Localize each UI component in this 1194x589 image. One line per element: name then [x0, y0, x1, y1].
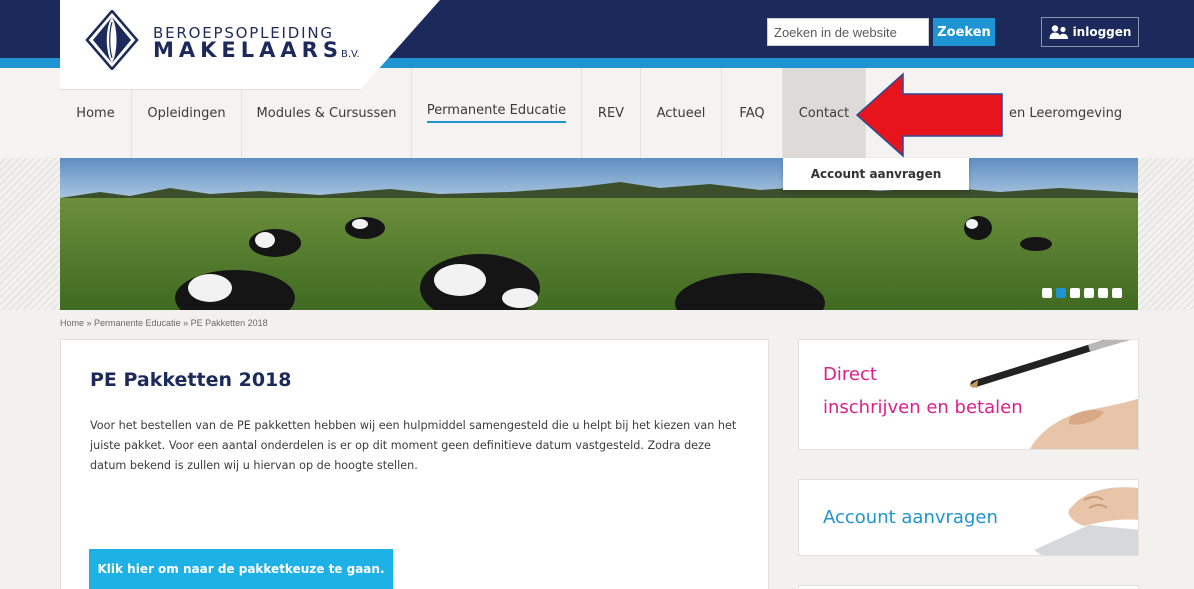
keyboard-hands-image — [1034, 487, 1138, 555]
logo-suffix: B.V. — [340, 49, 360, 60]
promo-title-line1: Direct — [823, 364, 877, 385]
page-title: PE Pakketten 2018 — [90, 369, 292, 391]
nav-label: Opleidingen — [147, 105, 226, 121]
slider-dot[interactable] — [1042, 288, 1052, 298]
nav-item-faq[interactable]: FAQ — [722, 68, 783, 158]
nav-label: Modules & Cursussen — [256, 105, 397, 121]
slider-dots — [1042, 288, 1122, 298]
login-button[interactable]: inloggen — [1041, 17, 1139, 47]
search-input[interactable] — [767, 18, 929, 46]
nav-item-leeromgeving[interactable]: en Leeromgeving — [1009, 68, 1122, 158]
breadcrumb[interactable]: Home » Permanente Educatie » PE Pakkette… — [60, 318, 268, 328]
dropdown-account-aanvragen[interactable]: Account aanvragen — [783, 158, 969, 190]
nav-label: Permanente Educatie — [426, 103, 567, 123]
slider-dot[interactable] — [1084, 288, 1094, 298]
logo-diamond-icon — [85, 10, 139, 70]
nav-label: Contact — [798, 105, 850, 121]
hand-pen-image — [969, 340, 1138, 449]
cows-meadow-image — [60, 158, 1138, 310]
search-button[interactable]: Zoeken — [933, 18, 995, 46]
nav-item-permanente-educatie[interactable]: Permanente Educatie — [412, 68, 582, 158]
red-arrow-icon — [855, 72, 1003, 158]
slider-dot-active[interactable] — [1056, 288, 1066, 298]
nav-item-rev[interactable]: REV — [582, 68, 641, 158]
promo-card-3[interactable] — [798, 585, 1139, 589]
nav-item-actueel[interactable]: Actueel — [641, 68, 722, 158]
slider-dot[interactable] — [1070, 288, 1080, 298]
hero-banner — [60, 158, 1138, 310]
package-choice-button[interactable]: Klik hier om naar de pakketkeuze te gaan… — [89, 549, 393, 589]
promo-direct-inschrijven[interactable]: Direct inschrijven en betalen — [798, 339, 1139, 450]
login-label: inloggen — [1072, 25, 1132, 39]
nav-label: Home — [76, 105, 115, 121]
logo-name: MAKELAARS — [153, 38, 343, 62]
promo-account-title: Account aanvragen — [823, 507, 998, 528]
nav-label: FAQ — [739, 105, 765, 121]
slider-dot[interactable] — [1098, 288, 1108, 298]
logo-text-line2: MAKELAARSB.V. — [153, 38, 360, 62]
promo-account-aanvragen[interactable]: Account aanvragen — [798, 479, 1139, 556]
slider-dot[interactable] — [1112, 288, 1122, 298]
nav-item-contact[interactable]: Contact — [783, 68, 866, 158]
nav-label: Actueel — [656, 105, 706, 121]
nav-label: REV — [597, 105, 625, 121]
intro-text: Voor het bestellen van de PE pakketten h… — [90, 419, 737, 472]
users-icon — [1049, 25, 1068, 39]
